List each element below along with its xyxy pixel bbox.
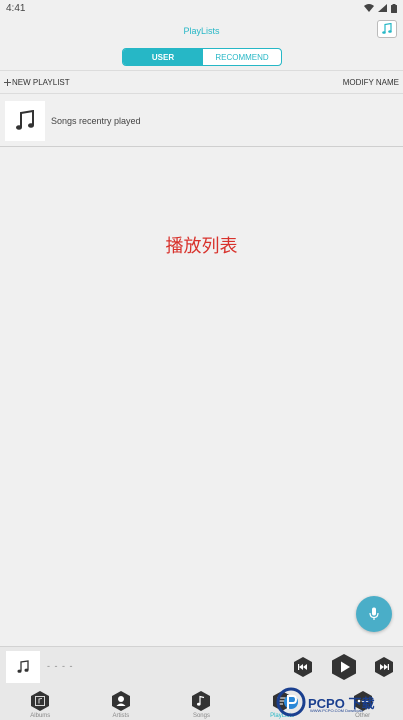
status-bar: 4:41 (0, 0, 403, 16)
center-label: 播放列表 (165, 236, 238, 256)
status-icons (364, 3, 397, 13)
playlist-list: Songs recentry played (0, 95, 403, 147)
wifi-icon (364, 4, 374, 12)
playlist-label: Songs recentry played (51, 115, 141, 126)
next-button[interactable] (373, 656, 395, 678)
watermark-subtext: WWW.PCPO.COM Download (310, 708, 363, 713)
previous-button[interactable] (292, 656, 314, 678)
nav-label-songs: Songs (192, 713, 210, 719)
play-button[interactable] (330, 653, 358, 681)
now-playing-track: - - - - (47, 661, 74, 671)
playlist-thumbnail (5, 100, 45, 141)
now-playing-thumbnail[interactable] (6, 651, 40, 683)
previous-icon (294, 657, 312, 677)
mini-player: - - - - (0, 646, 403, 686)
microphone-icon (369, 607, 379, 620)
song-icon (192, 691, 211, 711)
signal-icon (378, 4, 387, 12)
page-title: PlayLists (183, 26, 220, 36)
nav-item-albums[interactable]: Albums (0, 686, 81, 720)
artist-icon (111, 691, 130, 711)
music-note-icon (382, 23, 392, 34)
new-playlist-button[interactable]: NEW PLAYLIST (4, 78, 70, 87)
tab-user[interactable]: USER (123, 49, 203, 65)
voice-search-button[interactable] (356, 596, 392, 632)
battery-icon (391, 3, 397, 13)
playlist-toolbar: NEW PLAYLIST MODIFY NAME (0, 70, 403, 94)
status-time: 4:41 (6, 2, 26, 14)
nav-item-artists[interactable]: Artists (81, 686, 162, 720)
play-icon (332, 654, 356, 680)
nav-label-albums: Albums (30, 713, 51, 719)
watermark-logo-icon (276, 687, 306, 717)
playlist-segmented-control: USER RECOMMEND (122, 48, 282, 66)
plus-icon (4, 78, 11, 86)
music-note-icon (16, 109, 34, 130)
list-item[interactable]: Songs recentry played (0, 95, 403, 147)
next-icon (375, 657, 393, 677)
new-playlist-label: NEW PLAYLIST (12, 77, 70, 87)
music-note-button[interactable] (377, 20, 397, 38)
watermark: PCPO 下载 WWW.PCPO.COM Download (276, 684, 403, 720)
nav-item-songs[interactable]: Songs (161, 686, 242, 720)
nav-label-artists: Artists (112, 713, 130, 719)
music-note-icon (17, 660, 29, 673)
app-header: PlayLists USER RECOMMEND (0, 16, 403, 70)
tab-recommend[interactable]: RECOMMEND (203, 49, 281, 65)
album-icon (31, 691, 50, 711)
modify-name-button[interactable]: MODIFY NAME (343, 78, 399, 87)
